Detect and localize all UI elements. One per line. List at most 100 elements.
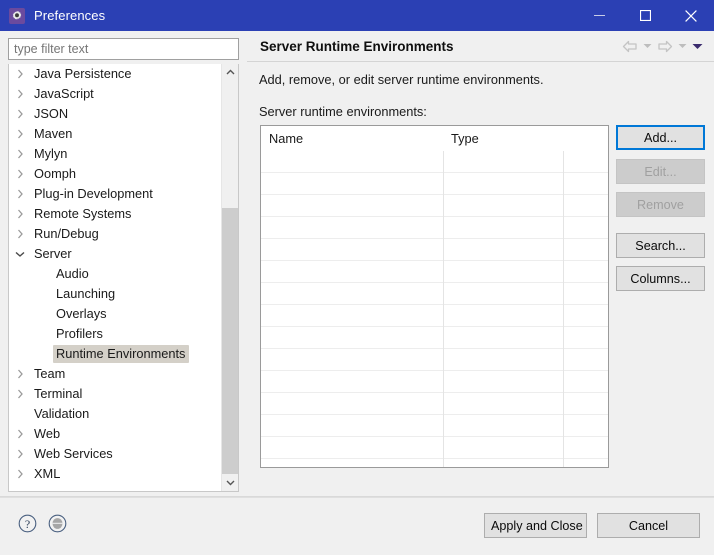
maximize-button[interactable] (622, 0, 668, 31)
table-row[interactable] (261, 437, 608, 459)
table-row[interactable] (261, 371, 608, 393)
close-button[interactable] (668, 0, 714, 31)
table-row[interactable] (261, 195, 608, 217)
arrow-right-icon[interactable] (655, 36, 674, 56)
chevron-right-icon[interactable] (9, 449, 31, 459)
chevron-right-icon[interactable] (9, 429, 31, 439)
table-row[interactable] (261, 415, 608, 437)
sidebar-item-label: Overlays (56, 306, 107, 321)
sidebar-item-label: Profilers (56, 326, 103, 341)
table-row[interactable] (261, 349, 608, 371)
question-circle-icon[interactable]: ? (16, 512, 38, 534)
apply-and-close-button[interactable]: Apply and Close (484, 513, 587, 538)
table-row[interactable] (261, 393, 608, 415)
list-label: Server runtime environments: (259, 104, 427, 119)
chevron-right-icon[interactable] (9, 469, 31, 479)
preferences-tree: Java Persistence JavaScript JSON Maven Mylyn… (8, 64, 239, 492)
table-row[interactable] (261, 217, 608, 239)
table-row[interactable] (261, 459, 608, 467)
caret-down-icon-back[interactable] (640, 36, 654, 56)
sidebar-item-web-services[interactable]: Web Services (9, 444, 221, 464)
table-header-row: Name Type (261, 126, 608, 151)
minimize-button[interactable] (576, 0, 622, 31)
sidebar-item-label: Maven (34, 126, 73, 141)
table-row[interactable] (261, 283, 608, 305)
sidebar-item-label: XML (34, 466, 61, 481)
columns-button[interactable]: Columns... (616, 266, 705, 291)
scroll-down-arrow-icon[interactable] (222, 474, 238, 491)
preferences-gear-icon (9, 7, 25, 24)
sidebar-item-run-debug[interactable]: Run/Debug (9, 224, 221, 244)
table-row[interactable] (261, 239, 608, 261)
sidebar-item-label: Terminal (34, 386, 83, 401)
sidebar-item-profilers[interactable]: Profilers (9, 324, 221, 344)
sidebar-item-plug-in-development[interactable]: Plug-in Development (9, 184, 221, 204)
scrollbar-thumb[interactable] (222, 208, 238, 474)
chevron-right-icon[interactable] (9, 109, 31, 119)
sidebar-item-launching[interactable]: Launching (9, 284, 221, 304)
filter-input[interactable] (8, 38, 239, 60)
table-row[interactable] (261, 305, 608, 327)
chevron-right-icon[interactable] (9, 229, 31, 239)
chevron-right-icon[interactable] (9, 89, 31, 99)
edit-button: Edit... (616, 159, 705, 184)
column-header-name[interactable]: Name (261, 126, 443, 151)
table-row[interactable] (261, 261, 608, 283)
table-row[interactable] (261, 327, 608, 349)
window-controls (576, 0, 714, 31)
restore-defaults-icon[interactable] (46, 512, 68, 534)
sidebar-item-validation[interactable]: Validation (9, 404, 221, 424)
column-header-type[interactable]: Type (443, 126, 563, 151)
sidebar-item-json[interactable]: JSON (9, 104, 221, 124)
chevron-right-icon[interactable] (9, 389, 31, 399)
sidebar-item-label: Mylyn (34, 146, 68, 161)
sidebar-item-maven[interactable]: Maven (9, 124, 221, 144)
chevron-right-icon[interactable] (9, 209, 31, 219)
chevron-right-icon[interactable] (9, 129, 31, 139)
scroll-up-arrow-icon[interactable] (222, 64, 238, 81)
chevron-right-icon[interactable] (9, 369, 31, 379)
sidebar-item-team[interactable]: Team (9, 364, 221, 384)
sidebar-item-javascript[interactable]: JavaScript (9, 84, 221, 104)
column-header-extra[interactable] (563, 126, 608, 151)
chevron-down-icon[interactable] (9, 251, 31, 258)
sidebar-item-label: Runtime Environments (53, 345, 190, 363)
tree-scrollbar[interactable] (221, 64, 238, 491)
chevron-right-icon[interactable] (9, 169, 31, 179)
sidebar-item-label: Plug-in Development (34, 186, 153, 201)
search-button[interactable]: Search... (616, 233, 705, 258)
title-bar: Preferences (0, 0, 714, 31)
sidebar-item-label: Launching (56, 286, 116, 301)
sidebar-item-overlays[interactable]: Overlays (9, 304, 221, 324)
sidebar-item-audio[interactable]: Audio (9, 264, 221, 284)
sidebar-item-remote-systems[interactable]: Remote Systems (9, 204, 221, 224)
sidebar-item-label: Validation (34, 406, 90, 421)
sidebar-item-label: Java Persistence (34, 66, 132, 81)
sidebar-item-label: Run/Debug (34, 226, 99, 241)
cancel-button[interactable]: Cancel (597, 513, 700, 538)
remove-button: Remove (616, 192, 705, 217)
chevron-right-icon[interactable] (9, 149, 31, 159)
table-row[interactable] (261, 173, 608, 195)
sidebar-item-server[interactable]: Server (9, 244, 221, 264)
arrow-left-icon[interactable] (620, 36, 639, 56)
caret-down-icon-forward[interactable] (675, 36, 689, 56)
sidebar-item-oomph[interactable]: Oomph (9, 164, 221, 184)
chevron-right-icon[interactable] (9, 189, 31, 199)
table-row[interactable] (261, 151, 608, 173)
sidebar-item-mylyn[interactable]: Mylyn (9, 144, 221, 164)
sidebar-item-label: Audio (56, 266, 89, 281)
sidebar-item-java-persistence[interactable]: Java Persistence (9, 64, 221, 84)
preferences-sidebar: Java Persistence JavaScript JSON Maven Mylyn… (0, 31, 247, 497)
sidebar-item-xml[interactable]: XML (9, 464, 221, 484)
sidebar-item-label: Remote Systems (34, 206, 132, 221)
caret-down-icon-menu[interactable] (690, 36, 704, 56)
sidebar-item-label: JSON (34, 106, 69, 121)
add-button[interactable]: Add... (616, 125, 705, 150)
runtime-environments-table[interactable]: Name Type (260, 125, 609, 468)
sidebar-item-terminal[interactable]: Terminal (9, 384, 221, 404)
preferences-dialog: Preferences Java Persistence JavaScript JS… (0, 0, 714, 555)
sidebar-item-web[interactable]: Web (9, 424, 221, 444)
sidebar-item-runtime-environments[interactable]: Runtime Environments (9, 344, 221, 364)
chevron-right-icon[interactable] (9, 69, 31, 79)
